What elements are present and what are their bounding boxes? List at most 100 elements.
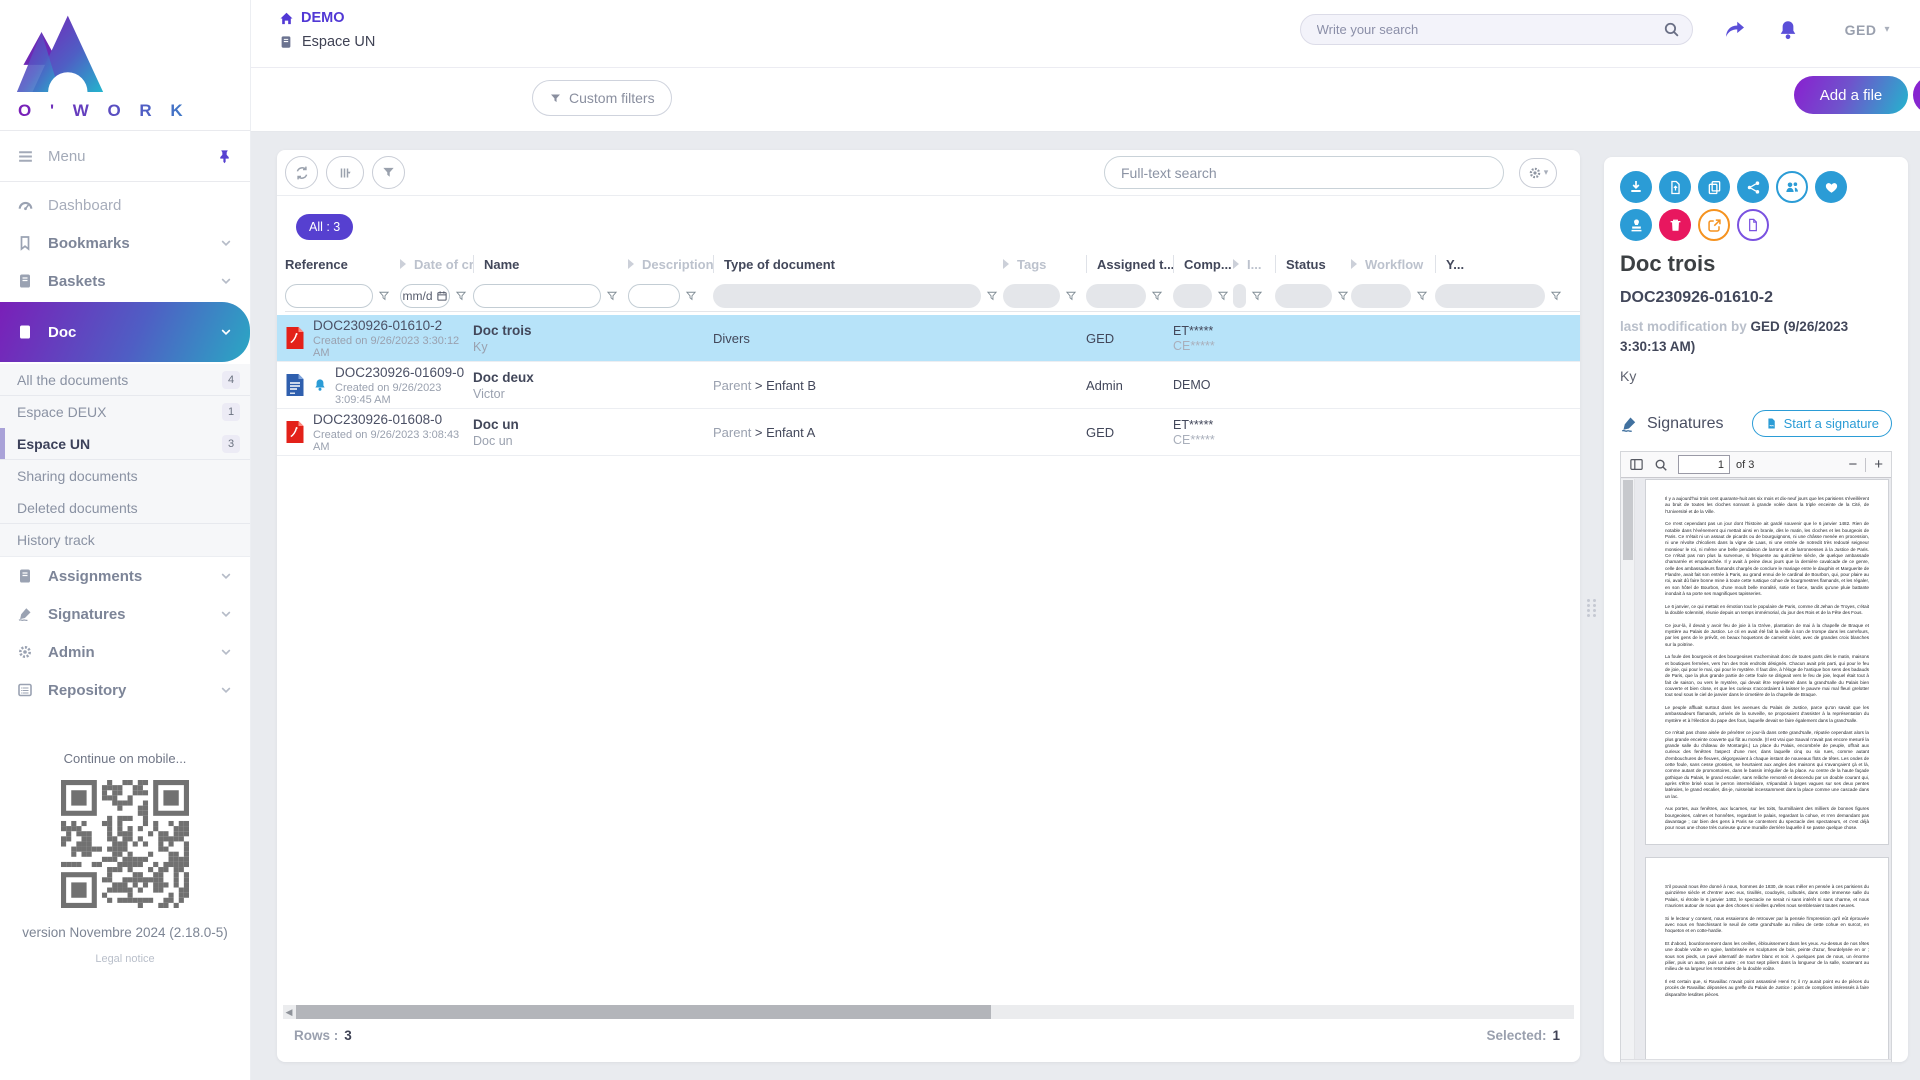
scrollbar-thumb[interactable]	[296, 1005, 991, 1019]
pdf-search-button[interactable]	[1654, 458, 1668, 472]
pdf-page-input[interactable]	[1678, 455, 1730, 474]
breadcrumb-space[interactable]: Espace UN	[279, 34, 375, 50]
sidebar-item-all-the-documents[interactable]: All the documents4	[0, 364, 250, 396]
sidebar-item-deleted-documents[interactable]: Deleted documents	[0, 492, 250, 524]
pdf-vertical-scrollbar[interactable]	[1621, 479, 1635, 1059]
filter-funnel-icon[interactable]	[1416, 290, 1428, 302]
file-upload-button[interactable]	[1659, 171, 1691, 203]
filter-text-input[interactable]	[629, 285, 679, 307]
add-file-button[interactable]: Add a file	[1794, 76, 1908, 114]
column-header-y[interactable]: Y...	[1435, 248, 1580, 280]
columns-button[interactable]	[326, 156, 364, 189]
pin-sidebar-icon[interactable]	[217, 149, 232, 164]
column-arrow-icon[interactable]	[1003, 259, 1009, 269]
sidebar-item-signatures[interactable]: Signatures	[0, 595, 250, 633]
menu-toggle[interactable]: Menu	[0, 130, 250, 182]
legal-notice-link[interactable]: Legal notice	[0, 953, 250, 965]
filter-funnel-icon[interactable]	[1251, 290, 1263, 302]
pdf-zoom-out-button[interactable]: −	[1848, 456, 1857, 473]
fulltext-search-input[interactable]	[1121, 165, 1487, 181]
sidebar-item-espace-deux[interactable]: Espace DEUX1	[0, 396, 250, 428]
table-settings-button[interactable]: ▾	[1519, 158, 1557, 188]
sidebar-item-sharing-documents[interactable]: Sharing documents	[0, 460, 250, 492]
column-header-date-of-cr[interactable]: Date of cr...	[400, 248, 473, 280]
share-redirect-button[interactable]	[1723, 18, 1747, 42]
user-menu[interactable]: GED ▾	[1845, 22, 1890, 38]
column-header-tags[interactable]: Tags	[1003, 248, 1086, 280]
sidebar-item-baskets[interactable]: Baskets	[0, 262, 250, 300]
table-row[interactable]: DOC230926-01609-0 Created on 9/26/2023 3…	[277, 362, 1580, 409]
filter-funnel-icon[interactable]	[1217, 290, 1229, 302]
heart-button[interactable]	[1815, 171, 1847, 203]
refresh-button[interactable]	[285, 156, 318, 189]
filter-date-input[interactable]: mm/d	[400, 284, 450, 308]
search-icon[interactable]	[1663, 21, 1680, 38]
column-header-description[interactable]: Description	[628, 248, 713, 280]
custom-filters-button[interactable]: Custom filters	[532, 80, 672, 116]
download-button[interactable]	[1620, 171, 1652, 203]
column-header-reference[interactable]: Reference	[285, 248, 400, 280]
share-nodes-button[interactable]	[1737, 171, 1769, 203]
sidebar-item-dashboard[interactable]: Dashboard	[0, 186, 250, 224]
filter-funnel-icon[interactable]	[685, 290, 697, 302]
table-row[interactable]: DOC230926-01608-0 Created on 9/26/2023 3…	[277, 409, 1580, 456]
column-arrow-icon[interactable]	[628, 259, 634, 269]
pdf-vscroll-thumb[interactable]	[1623, 480, 1633, 560]
external-link-button[interactable]	[1698, 209, 1730, 241]
filter-text-input[interactable]	[286, 285, 372, 307]
column-header-workflow[interactable]: Workflow	[1351, 248, 1435, 280]
copy-button[interactable]	[1698, 171, 1730, 203]
filter-funnel-icon[interactable]	[1337, 290, 1349, 302]
stamp-button[interactable]	[1620, 209, 1652, 241]
file-button[interactable]	[1737, 209, 1769, 241]
filter-button[interactable]	[372, 156, 405, 189]
sidebar-item-bookmarks[interactable]: Bookmarks	[0, 224, 250, 262]
sidebar-item-repository[interactable]: Repository	[0, 671, 250, 709]
notifications-button[interactable]	[1777, 19, 1799, 41]
filter-funnel-icon[interactable]	[1065, 290, 1077, 302]
sidebar-item-history-track[interactable]: History track	[0, 524, 250, 556]
filter-funnel-icon[interactable]	[1151, 290, 1163, 302]
filter-funnel-icon[interactable]	[606, 290, 618, 302]
filter-text-input[interactable]	[474, 285, 600, 307]
start-signature-button[interactable]: Start a signature	[1752, 410, 1892, 437]
column-header-status[interactable]: Status	[1275, 248, 1351, 280]
filter-input-description[interactable]	[628, 284, 680, 308]
filter-funnel-icon[interactable]	[378, 290, 390, 302]
sidebar-item-admin[interactable]: Admin	[0, 633, 250, 671]
column-arrow-icon[interactable]	[400, 259, 406, 269]
filter-tab-all[interactable]: All : 3	[296, 214, 353, 240]
column-header-type-of-document[interactable]: Type of document	[713, 248, 1003, 280]
scroll-left-arrow[interactable]: ◀	[283, 1007, 295, 1018]
calendar-icon[interactable]	[436, 290, 448, 302]
column-header-assigned-t[interactable]: Assigned t...	[1086, 248, 1173, 280]
column-arrow-icon[interactable]	[1233, 259, 1239, 269]
sidebar-item-assignments[interactable]: Assignments	[0, 557, 250, 595]
column-header-name[interactable]: Name	[473, 248, 628, 280]
column-arrow-icon[interactable]	[1351, 259, 1357, 269]
users-button[interactable]	[1776, 171, 1808, 203]
pdf-sidebar-toggle-button[interactable]	[1629, 457, 1644, 472]
filter-input-name[interactable]	[473, 284, 601, 308]
filter-funnel-icon[interactable]	[455, 290, 467, 302]
sidebar-item-espace-un[interactable]: Espace UN3	[0, 428, 250, 460]
filter-funnel-icon[interactable]	[1550, 290, 1562, 302]
pdf-zoom-in-button[interactable]: +	[1874, 456, 1883, 473]
table-row[interactable]: DOC230926-01610-2 Created on 9/26/2023 3…	[277, 315, 1580, 362]
panel-resize-handle[interactable]	[1587, 587, 1597, 629]
trash-button[interactable]	[1659, 209, 1691, 241]
global-search[interactable]	[1300, 14, 1693, 45]
fulltext-search[interactable]	[1104, 156, 1504, 189]
filter-input-reference[interactable]	[285, 284, 373, 308]
create-from-template-button[interactable]: Create from a template	[1913, 76, 1920, 114]
pdf-file-icon	[285, 420, 305, 444]
global-search-input[interactable]	[1317, 22, 1663, 37]
pdf-horizontal-scrollbar[interactable]: ◄ ►	[1621, 1059, 1891, 1062]
sidebar-item-doc[interactable]: Doc	[0, 302, 250, 362]
filter-funnel-icon[interactable]	[986, 290, 998, 302]
column-header-i[interactable]: I...	[1233, 248, 1275, 280]
table-horizontal-scrollbar[interactable]: ◀	[283, 1005, 1574, 1019]
column-label: Y...	[1446, 257, 1464, 272]
column-header-comp[interactable]: Comp...	[1173, 248, 1233, 280]
breadcrumb-home[interactable]: DEMO	[279, 10, 375, 26]
